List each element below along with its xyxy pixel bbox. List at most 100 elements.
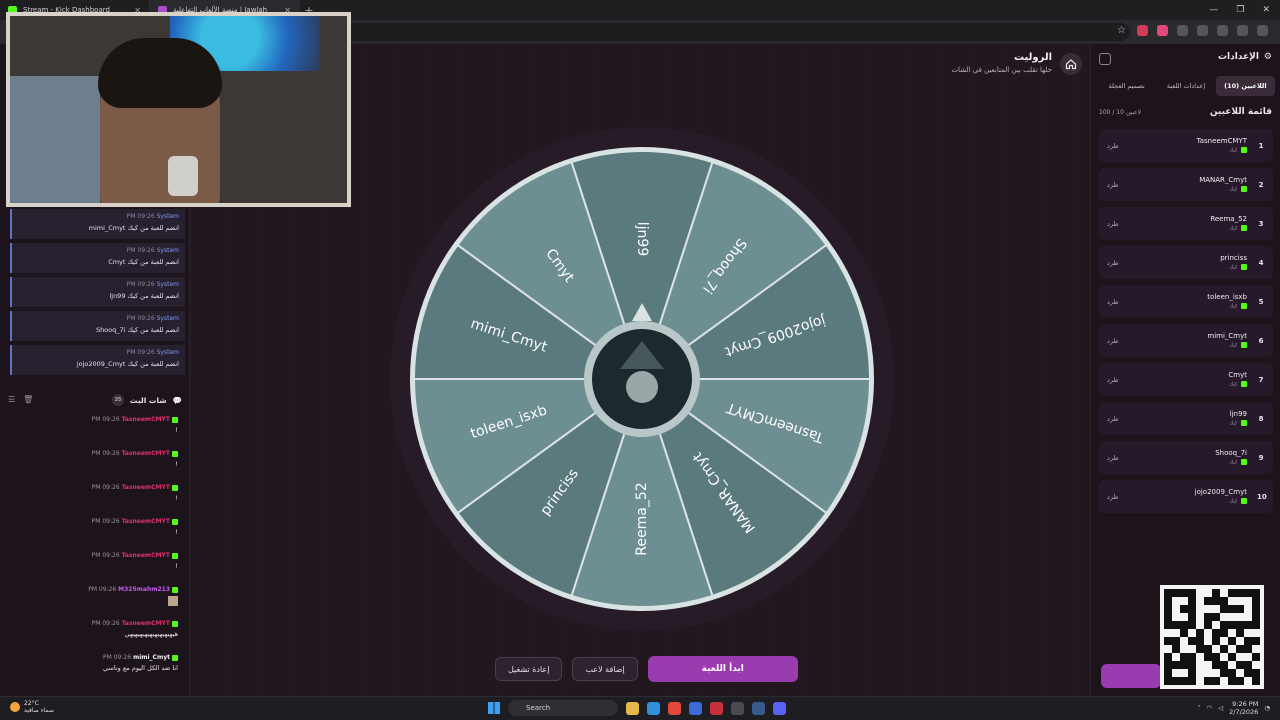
message-user[interactable]: M325mahm213	[118, 586, 170, 593]
restart-button[interactable]: إعادة تشغيل	[495, 657, 563, 681]
qr-module	[1188, 669, 1196, 677]
qr-module	[1172, 597, 1180, 605]
window-controls: — ❐ ✕	[1209, 5, 1280, 15]
kick-player-button[interactable]: طرد	[1107, 259, 1119, 267]
message-text: Cmyt انضم للعبة من كيك	[108, 258, 179, 266]
kick-player-button[interactable]: طرد	[1107, 376, 1119, 384]
message-user[interactable]: TasneemCMYT	[122, 518, 170, 525]
message-user: System	[156, 281, 179, 288]
minimize-button[interactable]: —	[1209, 5, 1218, 15]
notification-bell-icon[interactable]: ◔	[1264, 704, 1270, 712]
qr-module	[1220, 629, 1228, 637]
message-time: PM 09:26	[91, 552, 120, 559]
volume-icon[interactable]: ◁	[1218, 704, 1223, 712]
discord-icon[interactable]	[773, 701, 786, 715]
chat-message: PM 09:26 M325mahm213	[0, 586, 190, 620]
tab-players[interactable]: اللاعبين (10)	[1215, 76, 1275, 96]
message-text: mimi_Cmyt انضم للعبة من كيك	[88, 224, 179, 232]
qr-module	[1180, 677, 1188, 685]
qr-module	[1204, 653, 1212, 661]
player-source: كيك	[1210, 225, 1247, 232]
edge-icon[interactable]	[647, 701, 660, 715]
qr-module	[1196, 613, 1204, 621]
qr-module	[1188, 677, 1196, 685]
message-user: System	[156, 349, 179, 356]
close-window-button[interactable]: ✕	[1262, 5, 1270, 15]
qr-module	[1196, 661, 1204, 669]
home-button[interactable]	[1060, 53, 1082, 75]
player-source-label: كيك	[1229, 342, 1238, 349]
qr-module	[1228, 645, 1236, 653]
windows-start-icon[interactable]	[488, 702, 500, 714]
extensions-puzzle-icon[interactable]	[1197, 25, 1208, 36]
message-user[interactable]: mimi_Cmyt	[133, 654, 170, 661]
kick-player-button[interactable]: طرد	[1107, 220, 1119, 228]
weather-widget[interactable]: 22°C سماء صافية	[10, 700, 54, 714]
maximize-button[interactable]: ❐	[1236, 5, 1244, 15]
player-source-label: كيك	[1229, 147, 1238, 154]
player-source: كيك	[1207, 303, 1247, 310]
qr-module	[1196, 597, 1204, 605]
kick-player-button[interactable]: طرد	[1107, 181, 1119, 189]
steam-icon[interactable]	[752, 701, 765, 715]
roulette-wheel[interactable]: ljn99 Shooq_7i jojo2009_Cmyt TasneemCMYT MAN…	[387, 124, 897, 634]
app-icon[interactable]	[731, 701, 744, 715]
emote-image	[0, 596, 178, 608]
taskbar-search[interactable]: Search	[508, 700, 618, 716]
message-time: PM 09:26	[126, 281, 155, 288]
player-source-label: كيك	[1229, 264, 1238, 271]
clock[interactable]: 9:26 PM 2/7/2026	[1229, 700, 1258, 716]
page-header: الروليت خلها تقلب بين المتابعين في الشات	[951, 52, 1052, 74]
qr-module	[1196, 653, 1204, 661]
extension-icon[interactable]	[1137, 25, 1148, 36]
tab-wheel-design[interactable]: تصميم العجلة	[1097, 76, 1156, 96]
kick-player-button[interactable]: طرد	[1107, 337, 1119, 345]
qr-module	[1228, 605, 1236, 613]
qr-module	[1220, 589, 1228, 597]
qr-module	[1212, 597, 1220, 605]
collapse-panel-button[interactable]	[1099, 53, 1111, 65]
qr-module	[1244, 621, 1252, 629]
message-text: هيهيهيهيهيهيهيهيهيهي	[124, 630, 178, 638]
kick-player-button[interactable]: طرد	[1107, 415, 1119, 423]
chrome-icon[interactable]	[668, 701, 681, 715]
extension-icon[interactable]	[1177, 25, 1188, 36]
app-icon[interactable]	[689, 701, 702, 715]
panel-action-button[interactable]	[1101, 664, 1161, 688]
message-time: PM 09:26	[91, 416, 120, 423]
qr-module	[1228, 661, 1236, 669]
start-game-button[interactable]: ابدأ اللعبة	[647, 656, 798, 682]
url-field[interactable]	[340, 23, 1130, 41]
message-user[interactable]: TasneemCMYT	[122, 620, 170, 627]
qr-module	[1204, 677, 1212, 685]
menu-dots-icon[interactable]	[1257, 25, 1268, 36]
add-player-button[interactable]: إضافة لاعب	[572, 657, 638, 681]
kick-player-button[interactable]: طرد	[1107, 454, 1119, 462]
kick-badge-icon	[1241, 459, 1247, 466]
wizard-face-icon	[626, 371, 658, 403]
tray-chevron-icon[interactable]: ˄	[1197, 704, 1200, 712]
message-user[interactable]: TasneemCMYT	[122, 416, 170, 423]
left-chat-panel: PM 09:26 System mimi_Cmyt انضم للعبة من …	[0, 12, 351, 696]
qr-module	[1212, 621, 1220, 629]
file-explorer-icon[interactable]	[626, 701, 639, 715]
message-user[interactable]: TasneemCMYT	[122, 450, 170, 457]
roulette-wheel-svg: ljn99 Shooq_7ijojo2009_CmytTasneemCMYTMAN…	[390, 127, 894, 631]
extension-icon[interactable]	[1157, 25, 1168, 36]
system-messages: PM 09:26 System mimi_Cmyt انضم للعبة من …	[10, 209, 185, 379]
kick-player-button[interactable]: طرد	[1107, 142, 1119, 150]
kick-player-button[interactable]: طرد	[1107, 298, 1119, 306]
clock-date: 2/7/2026	[1229, 708, 1259, 716]
qr-module	[1220, 605, 1228, 613]
app-icon[interactable]	[710, 701, 723, 715]
message-user[interactable]: TasneemCMYT	[122, 484, 170, 491]
kick-player-button[interactable]: طرد	[1107, 493, 1119, 501]
bookmark-star-icon[interactable]: ☆	[1117, 25, 1128, 36]
player-name: Shooq_7i	[1215, 449, 1247, 458]
qr-module	[1252, 605, 1260, 613]
message-user[interactable]: TasneemCMYT	[122, 552, 170, 559]
download-icon[interactable]	[1217, 25, 1228, 36]
profile-avatar[interactable]	[1237, 25, 1248, 36]
tab-game-settings[interactable]: إعدادات اللعبة	[1156, 76, 1215, 96]
wifi-icon[interactable]: ◠	[1206, 704, 1212, 712]
